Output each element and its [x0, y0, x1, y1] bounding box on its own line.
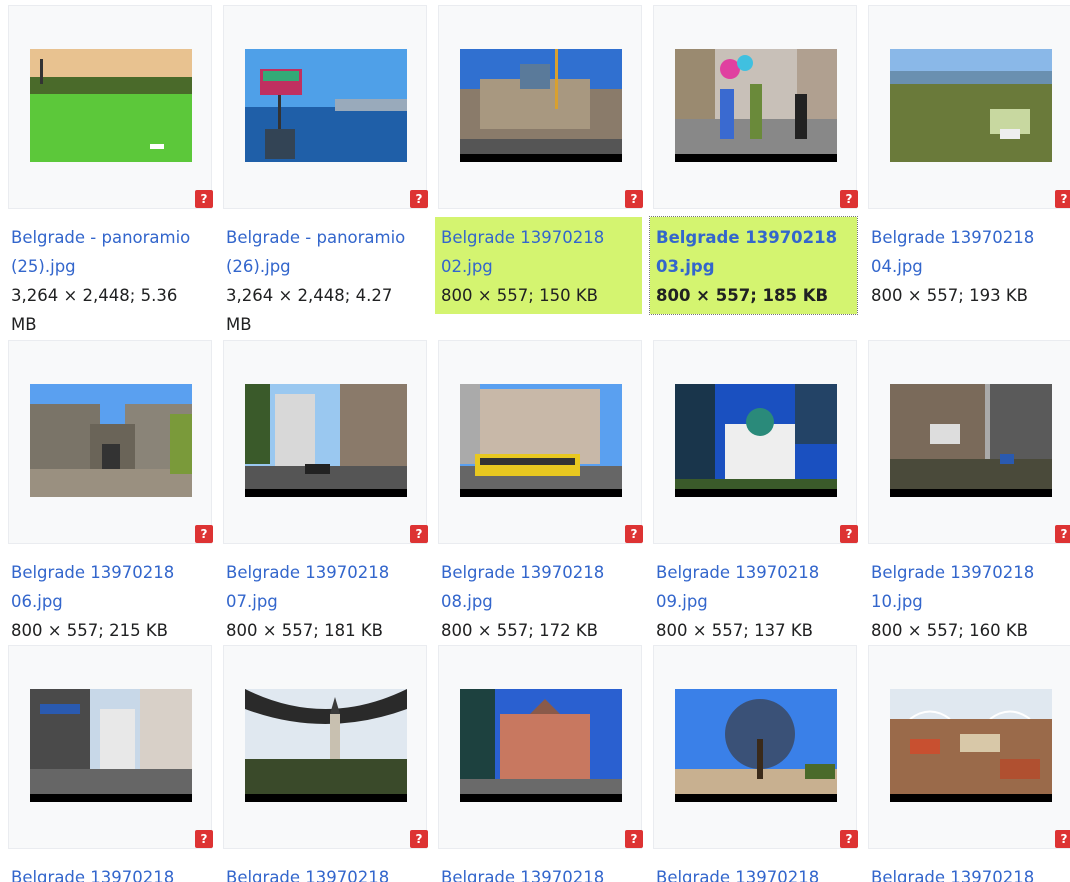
file-meta: 800 × 557; 185 KB: [656, 286, 829, 305]
thumbnail-frame[interactable]: ?: [868, 5, 1070, 209]
thumbnail-frame[interactable]: ?: [438, 5, 643, 209]
question-mark-badge-icon[interactable]: ?: [410, 830, 428, 848]
thumbnail-image[interactable]: [460, 384, 622, 497]
thumbnail-frame[interactable]: ?: [653, 340, 858, 544]
file-meta: 800 × 557; 160 KB: [871, 621, 1028, 640]
thumbnail-image[interactable]: [890, 49, 1052, 162]
file-meta: 800 × 557; 172 KB: [441, 621, 598, 640]
question-mark-badge-icon[interactable]: ?: [840, 830, 858, 848]
file-meta: 800 × 557; 150 KB: [441, 286, 598, 305]
thumbnail-frame[interactable]: ?: [223, 5, 428, 209]
gallery-caption: Belgrade - panoramio (26).jpg 3,264 × 2,4…: [220, 217, 427, 343]
file-meta: 3,264 × 2,448; 5.36 MB: [11, 286, 178, 334]
question-mark-badge-icon[interactable]: ?: [195, 190, 213, 208]
thumbnail-frame[interactable]: ?: [223, 645, 428, 849]
thumbnail-frame[interactable]: ?: [653, 645, 858, 849]
question-mark-badge-icon[interactable]: ?: [625, 525, 643, 543]
file-meta: 800 × 557; 181 KB: [226, 621, 383, 640]
file-link[interactable]: Belgrade 13970218: [656, 863, 851, 882]
file-link[interactable]: Belgrade 13970218 06.jpg: [11, 558, 206, 616]
gallery-caption: Belgrade 13970218 08.jpg 800 × 557; 172 K…: [435, 552, 642, 649]
thumbnail-frame[interactable]: ?: [8, 645, 213, 849]
question-mark-badge-icon[interactable]: ?: [1055, 190, 1070, 208]
thumbnail-frame[interactable]: ?: [438, 645, 643, 849]
thumbnail-frame[interactable]: ?: [653, 5, 858, 209]
question-mark-badge-icon[interactable]: ?: [195, 830, 213, 848]
question-mark-badge-icon[interactable]: ?: [1055, 525, 1070, 543]
thumbnail-image[interactable]: [675, 49, 837, 162]
thumbnail-image[interactable]: [30, 689, 192, 802]
thumbnail-image[interactable]: [460, 49, 622, 162]
question-mark-badge-icon[interactable]: ?: [840, 190, 858, 208]
question-mark-badge-icon[interactable]: ?: [840, 525, 858, 543]
gallery-caption: Belgrade 13970218 10.jpg 800 × 557; 160 K…: [865, 552, 1070, 649]
file-link[interactable]: Belgrade 13970218 02.jpg: [441, 223, 636, 281]
file-link[interactable]: Belgrade 13970218: [441, 863, 636, 882]
thumbnail-image[interactable]: [245, 689, 407, 802]
file-meta: 800 × 557; 137 KB: [656, 621, 813, 640]
thumbnail-image[interactable]: [460, 689, 622, 802]
file-link[interactable]: Belgrade 13970218 04.jpg: [871, 223, 1066, 281]
gallery-caption: Belgrade 13970218 04.jpg 800 × 557; 193 K…: [865, 217, 1070, 314]
file-link[interactable]: Belgrade 13970218: [11, 863, 206, 882]
gallery-caption: Belgrade 13970218: [435, 857, 642, 882]
file-link[interactable]: Belgrade 13970218: [871, 863, 1066, 882]
question-mark-badge-icon[interactable]: ?: [410, 190, 428, 208]
question-mark-badge-icon[interactable]: ?: [195, 525, 213, 543]
gallery-caption: Belgrade 13970218: [220, 857, 427, 882]
question-mark-badge-icon[interactable]: ?: [625, 190, 643, 208]
thumbnail-image[interactable]: [30, 49, 192, 162]
gallery-caption: Belgrade 13970218: [5, 857, 212, 882]
gallery-grid: ? Belgrade - panoramio (25).jpg 3,264 × 2,…: [0, 0, 1070, 882]
gallery-caption: Belgrade 13970218 02.jpg 800 × 557; 150 K…: [435, 217, 642, 314]
thumbnail-image[interactable]: [890, 689, 1052, 802]
thumbnail-frame[interactable]: ?: [438, 340, 643, 544]
thumbnail-image[interactable]: [675, 689, 837, 802]
gallery-caption: Belgrade 13970218 03.jpg 800 × 557; 185 K…: [649, 216, 858, 315]
file-link[interactable]: Belgrade 13970218 03.jpg: [656, 223, 851, 281]
file-meta: 3,264 × 2,448; 4.27 MB: [226, 286, 393, 334]
gallery-caption: Belgrade 13970218 09.jpg 800 × 557; 137 K…: [650, 552, 857, 649]
question-mark-badge-icon[interactable]: ?: [1055, 830, 1070, 848]
question-mark-badge-icon[interactable]: ?: [625, 830, 643, 848]
gallery-caption: Belgrade - panoramio (25).jpg 3,264 × 2,4…: [5, 217, 212, 343]
thumbnail-image[interactable]: [30, 384, 192, 497]
thumbnail-image[interactable]: [245, 49, 407, 162]
file-link[interactable]: Belgrade - panoramio (25).jpg: [11, 223, 206, 281]
question-mark-badge-icon[interactable]: ?: [410, 525, 428, 543]
file-link[interactable]: Belgrade 13970218 10.jpg: [871, 558, 1066, 616]
thumbnail-frame[interactable]: ?: [868, 340, 1070, 544]
thumbnail-frame[interactable]: ?: [868, 645, 1070, 849]
file-link[interactable]: Belgrade 13970218: [226, 863, 421, 882]
thumbnail-image[interactable]: [890, 384, 1052, 497]
thumbnail-image[interactable]: [245, 384, 407, 497]
file-link[interactable]: Belgrade 13970218 09.jpg: [656, 558, 851, 616]
thumbnail-frame[interactable]: ?: [8, 340, 213, 544]
gallery-caption: Belgrade 13970218: [650, 857, 857, 882]
gallery-caption: Belgrade 13970218: [865, 857, 1070, 882]
gallery-caption: Belgrade 13970218 06.jpg 800 × 557; 215 K…: [5, 552, 212, 649]
file-link[interactable]: Belgrade - panoramio (26).jpg: [226, 223, 421, 281]
file-link[interactable]: Belgrade 13970218 07.jpg: [226, 558, 421, 616]
thumbnail-frame[interactable]: ?: [8, 5, 213, 209]
file-meta: 800 × 557; 193 KB: [871, 286, 1028, 305]
thumbnail-image[interactable]: [675, 384, 837, 497]
gallery-caption: Belgrade 13970218 07.jpg 800 × 557; 181 K…: [220, 552, 427, 649]
file-meta: 800 × 557; 215 KB: [11, 621, 168, 640]
thumbnail-frame[interactable]: ?: [223, 340, 428, 544]
file-link[interactable]: Belgrade 13970218 08.jpg: [441, 558, 636, 616]
